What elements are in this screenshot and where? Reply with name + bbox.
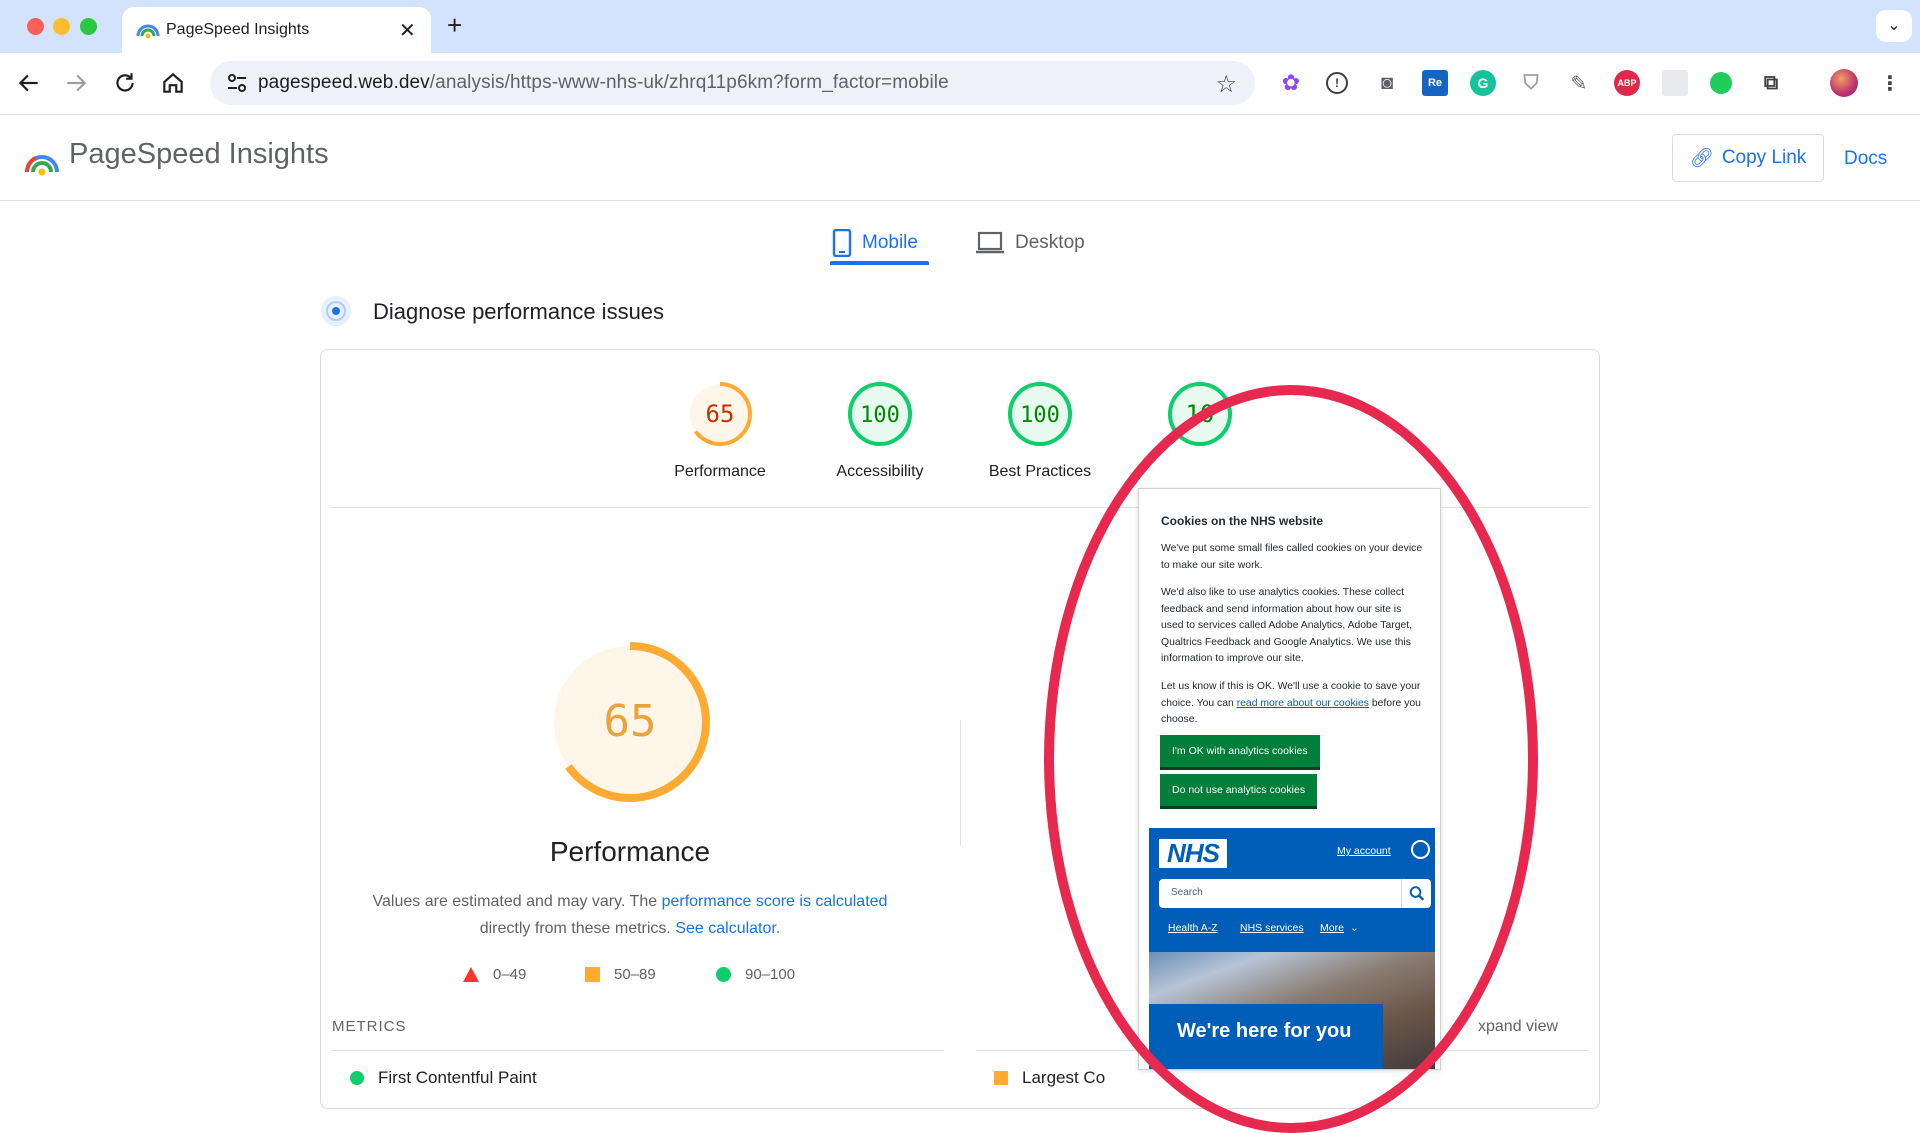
browser-tab-active[interactable]: PageSpeed Insights ✕ bbox=[122, 7, 431, 53]
section-title: Diagnose performance issues bbox=[373, 299, 665, 324]
metric-lcp: Largest Co bbox=[994, 1068, 1105, 1088]
score-gauge[interactable]: 65 bbox=[686, 380, 754, 448]
copy-link-button[interactable]: 🔗︎ Copy Link bbox=[1672, 134, 1824, 182]
camera-icon[interactable]: ◙ bbox=[1374, 70, 1400, 96]
page-title: PageSpeed Insights bbox=[69, 138, 329, 170]
extensions-icon[interactable]: ⧉ bbox=[1758, 70, 1784, 96]
abp-icon[interactable]: ABP bbox=[1614, 70, 1640, 96]
vertical-divider bbox=[960, 720, 961, 845]
tab-search-chevron-icon[interactable]: ⌄ bbox=[1876, 10, 1912, 42]
browser-toolbar: pagespeed.web.dev/analysis/https-www-nhs… bbox=[0, 53, 1920, 115]
laptop-icon bbox=[976, 231, 1004, 254]
expand-view-toggle[interactable]: xpand view bbox=[1478, 1018, 1558, 1036]
tab-mobile[interactable]: Mobile bbox=[832, 220, 918, 266]
annotation-ellipse bbox=[1044, 385, 1538, 1133]
score-calculated-link[interactable]: performance score is calculated bbox=[662, 893, 888, 910]
pagespeed-favicon-icon bbox=[136, 24, 160, 39]
tab-desktop[interactable]: Desktop bbox=[975, 220, 1085, 266]
window-maximize-button[interactable] bbox=[80, 18, 97, 35]
score-gauge[interactable]: 100 bbox=[846, 380, 914, 448]
score-value: 65 bbox=[706, 400, 735, 428]
score-label: Accessibility bbox=[836, 463, 924, 480]
shield-icon[interactable]: ⛉ bbox=[1518, 70, 1544, 96]
score-label: Best Practices bbox=[988, 463, 1092, 480]
more-menu-icon[interactable]: ⋮ bbox=[1877, 70, 1903, 96]
pin-icon[interactable]: ✎ bbox=[1566, 70, 1592, 96]
green-dot-icon[interactable] bbox=[1710, 72, 1732, 94]
browser-tab-bar: PageSpeed Insights ✕ + ⌄ bbox=[0, 0, 1920, 53]
site-settings-icon[interactable] bbox=[226, 72, 248, 94]
divider bbox=[332, 1050, 944, 1051]
performance-score-large: 65 bbox=[604, 696, 657, 747]
metrics-label: METRICS bbox=[332, 1018, 407, 1035]
pass-dot-icon bbox=[350, 1071, 364, 1085]
window-minimize-button[interactable] bbox=[53, 18, 70, 35]
legend-pass: 90–100 bbox=[716, 966, 795, 983]
window-close-button[interactable] bbox=[27, 18, 44, 35]
reload-icon[interactable] bbox=[112, 70, 138, 96]
grammarly-icon[interactable]: G bbox=[1470, 70, 1496, 96]
legend-fail: 0–49 bbox=[463, 966, 526, 983]
triangle-icon bbox=[463, 967, 479, 982]
new-tab-icon[interactable]: + bbox=[447, 10, 462, 41]
forward-arrow-icon[interactable] bbox=[63, 70, 89, 96]
performance-gauge-large: 65 bbox=[550, 642, 710, 802]
metric-fcp: First Contentful Paint bbox=[350, 1068, 537, 1088]
bookmark-star-icon[interactable]: ☆ bbox=[1215, 70, 1237, 99]
url-text: pagespeed.web.dev/analysis/https-www-nhs… bbox=[258, 72, 949, 93]
info-icon[interactable]: ! bbox=[1326, 72, 1348, 94]
link-icon: 🔗︎ bbox=[1689, 148, 1714, 169]
docs-link[interactable]: Docs bbox=[1844, 148, 1887, 170]
performance-heading: Performance bbox=[549, 836, 711, 867]
active-tab-indicator bbox=[830, 261, 929, 265]
score-gauge[interactable]: 100 bbox=[1006, 380, 1074, 448]
score-label: Performance bbox=[674, 463, 766, 480]
smartphone-icon bbox=[832, 229, 852, 257]
back-arrow-icon[interactable] bbox=[16, 70, 42, 96]
psi-header: PageSpeed Insights 🔗︎ Copy Link Docs bbox=[0, 115, 1920, 201]
tab-close-icon[interactable]: ✕ bbox=[399, 18, 416, 43]
pagespeed-logo-icon bbox=[24, 155, 59, 176]
performance-description: Values are estimated and may vary. The p… bbox=[372, 893, 888, 937]
tab-title: PageSpeed Insights bbox=[166, 21, 310, 38]
diagnose-icon bbox=[321, 296, 351, 326]
puzzle-flower-icon[interactable]: ✿ bbox=[1278, 70, 1304, 96]
average-square-icon bbox=[994, 1071, 1008, 1085]
legend-average: 50–89 bbox=[585, 966, 656, 983]
circle-icon bbox=[716, 967, 731, 982]
re-icon[interactable]: Re bbox=[1422, 70, 1448, 96]
profile-avatar[interactable] bbox=[1830, 69, 1858, 97]
address-bar[interactable]: pagespeed.web.dev/analysis/https-www-nhs… bbox=[210, 61, 1255, 105]
see-calculator-link[interactable]: See calculator. bbox=[675, 920, 780, 937]
home-icon[interactable] bbox=[160, 70, 186, 96]
score-value: 100 bbox=[1020, 403, 1060, 428]
square-icon bbox=[585, 967, 600, 982]
grid-icon[interactable] bbox=[1662, 70, 1688, 96]
score-value: 100 bbox=[860, 403, 900, 428]
